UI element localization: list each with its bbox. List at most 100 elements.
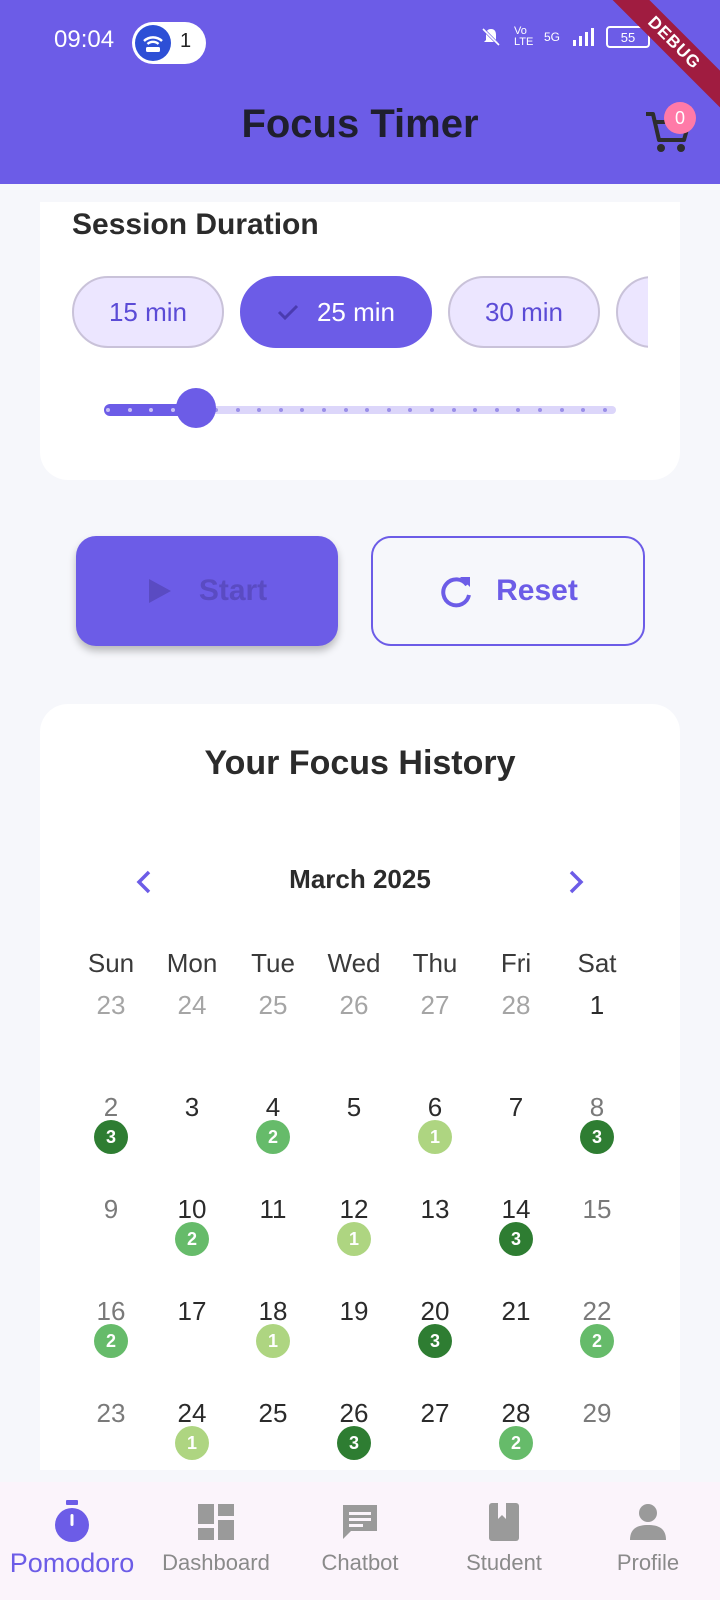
chip-15-min[interactable]: 15 min xyxy=(72,276,224,348)
book-icon xyxy=(482,1500,526,1544)
slider-tick xyxy=(386,408,391,412)
day-number: 26 xyxy=(339,990,369,1020)
nav-label: Dashboard xyxy=(162,1550,270,1575)
day-number: 19 xyxy=(339,1296,369,1326)
chip-more[interactable] xyxy=(616,276,648,348)
day-number: 21 xyxy=(501,1296,531,1326)
session-duration-title: Session Duration xyxy=(72,208,319,241)
debug-banner: DEBUG xyxy=(601,0,720,116)
day-number: 26 xyxy=(339,1398,369,1428)
calendar-day[interactable]: 19 xyxy=(313,1296,395,1400)
calendar-day[interactable]: 7 xyxy=(475,1092,557,1196)
weekday-label: Sat xyxy=(577,948,617,978)
calendar-day[interactable]: 14 3 xyxy=(475,1194,557,1298)
battery-level: 55 xyxy=(620,29,636,45)
network-label: 5G xyxy=(543,30,560,44)
day-number: 24 xyxy=(177,1398,207,1428)
calendar-day[interactable]: 28 2 xyxy=(475,1398,557,1470)
app-bar: 09:04 1 Vo LTE 5G 55 DEBUG Focus Timer 0 xyxy=(0,0,720,184)
chip-label: 15 min xyxy=(108,296,188,327)
calendar-day[interactable]: 11 xyxy=(232,1194,314,1298)
chip-30-min[interactable]: 30 min xyxy=(448,276,600,348)
cart-count-badge: 0 xyxy=(664,102,696,134)
calendar-day[interactable]: 12 1 xyxy=(313,1194,395,1298)
status-icons: Vo LTE 5G 55 xyxy=(480,26,650,48)
next-month-button[interactable] xyxy=(556,862,596,902)
nav-pomodoro[interactable]: Pomodoro xyxy=(0,1482,144,1600)
day-number: 23 xyxy=(96,990,126,1020)
nav-dashboard[interactable]: Dashboard xyxy=(144,1482,288,1600)
session-count-badge: 2 xyxy=(499,1426,533,1460)
nav-chatbot[interactable]: Chatbot xyxy=(288,1482,432,1600)
calendar-day[interactable]: 61 xyxy=(394,1092,476,1196)
day-number: 5 xyxy=(346,1092,362,1122)
slider-tick xyxy=(343,408,348,412)
calendar-day[interactable]: 26 xyxy=(313,990,395,1094)
duration-chips: 15 min 25 min 30 min xyxy=(72,274,648,354)
calendar-day[interactable]: 17 xyxy=(151,1296,233,1400)
day-number: 24 xyxy=(177,990,207,1020)
chip-25-min[interactable]: 25 min xyxy=(240,276,432,348)
session-count-badge: 3 xyxy=(499,1222,533,1256)
reset-button[interactable]: Reset xyxy=(371,536,645,646)
mute-icon xyxy=(481,27,501,47)
nav-profile[interactable]: Profile xyxy=(576,1482,720,1600)
chip-label: 25 min xyxy=(316,296,396,327)
calendar-day[interactable]: 15 xyxy=(556,1194,638,1298)
weekday-label: Tue xyxy=(251,948,295,978)
session-count-badge: 3 xyxy=(337,1426,371,1460)
calendar-day[interactable]: 27 xyxy=(394,990,476,1094)
slider-tick xyxy=(106,408,110,412)
calendar-day[interactable]: 42 xyxy=(232,1092,314,1196)
calendar-day[interactable]: 29 xyxy=(556,1398,638,1470)
calendar-day[interactable]: 23 xyxy=(70,990,152,1094)
slider-thumb[interactable] xyxy=(176,388,217,428)
nav-label: Chatbot xyxy=(321,1550,399,1575)
calendar-day[interactable]: 20 3 xyxy=(394,1296,476,1400)
day-number: 10 xyxy=(177,1194,207,1224)
day-number: 3 xyxy=(184,1092,200,1122)
calendar-day[interactable]: 5 xyxy=(313,1092,395,1196)
day-number: 25 xyxy=(258,1398,288,1428)
day-number: 13 xyxy=(420,1194,450,1224)
calendar-day[interactable]: 25 xyxy=(232,990,314,1094)
calendar-day[interactable]: 23 xyxy=(70,1092,152,1196)
calendar-day[interactable]: 24 xyxy=(151,990,233,1094)
calendar-day[interactable]: 3 xyxy=(151,1092,233,1196)
calendar-day[interactable]: 28 xyxy=(475,990,557,1094)
day-number: 20 xyxy=(420,1296,450,1326)
volte-label: Vo LTE xyxy=(513,25,534,48)
calendar-day[interactable]: 23 xyxy=(70,1398,152,1470)
calendar-day[interactable]: 27 xyxy=(394,1398,476,1470)
slider-tick xyxy=(494,408,499,412)
refresh-icon xyxy=(441,577,472,608)
calendar-day[interactable]: 25 xyxy=(232,1398,314,1470)
session-count-badge: 2 xyxy=(94,1324,128,1358)
session-count-badge: 3 xyxy=(580,1120,614,1154)
calendar-day[interactable]: 26 3 xyxy=(313,1398,395,1470)
calendar-day[interactable]: 24 1 xyxy=(151,1398,233,1470)
nav-student[interactable]: Student xyxy=(432,1482,576,1600)
person-icon xyxy=(626,1500,670,1544)
calendar-day[interactable]: 83 xyxy=(556,1092,638,1196)
start-label: Start xyxy=(198,574,268,607)
calendar-day[interactable]: 13 xyxy=(394,1194,476,1298)
day-number: 6 xyxy=(427,1092,443,1122)
session-count-badge: 2 xyxy=(580,1324,614,1358)
calendar-day[interactable]: 1 xyxy=(556,990,638,1094)
focus-history-card: Your Focus History March 2025 Sun Mon Tue W… xyxy=(40,704,680,1470)
start-button[interactable]: Start xyxy=(76,536,338,646)
duration-slider[interactable] xyxy=(104,388,616,432)
calendar-day[interactable]: 16 2 xyxy=(70,1296,152,1400)
calendar-day[interactable]: 10 2 xyxy=(151,1194,233,1298)
calendar-day[interactable]: 9 xyxy=(70,1194,152,1298)
calendar-day[interactable]: 22 2 xyxy=(556,1296,638,1400)
bottom-navigation: Pomodoro Dashboard Chatbot Student Profi… xyxy=(0,1482,720,1600)
day-number: 11 xyxy=(259,1194,287,1224)
calendar-day[interactable]: 18 1 xyxy=(232,1296,314,1400)
timer-icon xyxy=(50,1500,94,1544)
cart-button[interactable]: 0 xyxy=(644,102,696,156)
slider-tick xyxy=(127,408,132,412)
calendar-day[interactable]: 21 xyxy=(475,1296,557,1400)
play-icon xyxy=(148,579,171,603)
